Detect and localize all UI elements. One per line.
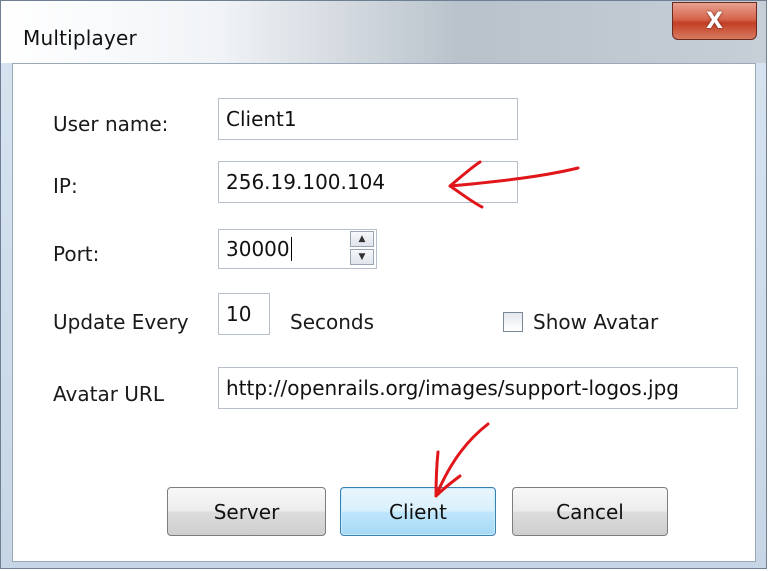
ip-input[interactable]: 256.19.100.104 — [218, 161, 518, 203]
title-bar[interactable]: Multiplayer X — [1, 1, 766, 63]
port-label: Port: — [53, 242, 100, 266]
avatar-url-value: http://openrails.org/images/support-logo… — [226, 376, 679, 400]
avatar-url-label: Avatar URL — [53, 382, 164, 406]
window-title: Multiplayer — [23, 26, 137, 50]
avatar-url-input[interactable]: http://openrails.org/images/support-logo… — [218, 367, 738, 409]
user-name-input[interactable]: Client1 — [218, 98, 518, 140]
port-spinner: ▲ ▼ — [350, 231, 374, 265]
ip-value: 256.19.100.104 — [226, 170, 386, 194]
close-icon: X — [706, 8, 723, 34]
seconds-label: Seconds — [290, 310, 375, 334]
spin-down-icon[interactable]: ▼ — [350, 249, 374, 265]
spin-up-icon[interactable]: ▲ — [350, 231, 374, 247]
port-stepper[interactable]: 30000 ▲ ▼ — [218, 229, 377, 269]
close-button[interactable]: X — [672, 2, 757, 40]
cancel-button[interactable]: Cancel — [512, 487, 668, 536]
show-avatar-label[interactable]: Show Avatar — [533, 310, 658, 334]
dialog-body: User name: Client1 IP: 256.19.100.104 Po… — [12, 63, 756, 562]
text-caret — [290, 237, 292, 261]
update-every-label: Update Every — [53, 310, 189, 334]
ip-label: IP: — [53, 174, 78, 198]
client-button[interactable]: Client — [340, 487, 496, 536]
port-value: 30000 — [226, 237, 290, 261]
user-name-value: Client1 — [226, 107, 297, 131]
update-interval-input[interactable]: 10 — [218, 293, 270, 335]
update-interval-value: 10 — [226, 302, 252, 326]
show-avatar-checkbox[interactable] — [503, 312, 523, 332]
multiplayer-dialog: Multiplayer X User name: Client1 IP: 256… — [0, 0, 767, 569]
user-name-label: User name: — [53, 112, 169, 136]
server-button[interactable]: Server — [167, 487, 326, 536]
